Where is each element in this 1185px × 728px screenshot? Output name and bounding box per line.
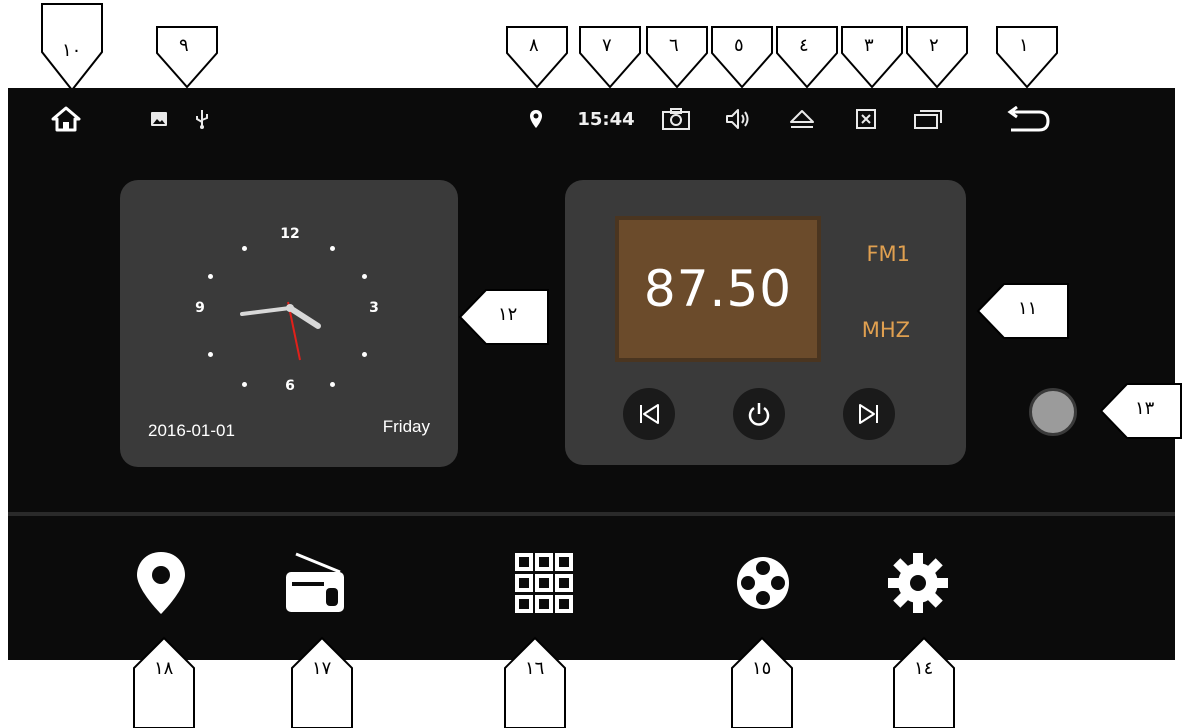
callout-9: ٩ bbox=[155, 25, 219, 90]
next-button[interactable] bbox=[843, 388, 895, 440]
settings-icon[interactable] bbox=[883, 548, 953, 618]
callout-17: ١٧ bbox=[290, 636, 354, 728]
callout-6: ٦ bbox=[645, 25, 709, 90]
previous-icon bbox=[640, 404, 659, 424]
callout-2: ٢ bbox=[905, 25, 969, 90]
radio-icon[interactable] bbox=[280, 548, 350, 618]
volume-icon[interactable] bbox=[721, 102, 757, 136]
radio-widget[interactable]: 87.50 FM1 MHZ bbox=[565, 180, 966, 465]
callout-10: ١٠ bbox=[40, 2, 104, 92]
power-icon bbox=[748, 403, 770, 426]
camera-icon[interactable] bbox=[658, 102, 694, 136]
callout-16: ١٦ bbox=[503, 636, 567, 728]
usb-icon bbox=[192, 102, 212, 136]
status-bar: 15:44 bbox=[8, 88, 1175, 150]
back-icon[interactable] bbox=[1003, 102, 1053, 136]
head-unit-screen: 15:44 12 3 6 9 2016-01-01 Friday 87.50 F… bbox=[8, 88, 1175, 660]
band-label: FM1 bbox=[866, 242, 910, 266]
callout-12: ١٢ bbox=[458, 288, 550, 346]
location-pin-icon bbox=[526, 102, 546, 136]
callout-3: ٣ bbox=[840, 25, 904, 90]
dock-divider bbox=[8, 512, 1175, 516]
analog-clock: 12 3 6 9 bbox=[180, 200, 400, 394]
eject-icon[interactable] bbox=[784, 102, 820, 136]
previous-button[interactable] bbox=[623, 388, 675, 440]
clock-widget[interactable]: 12 3 6 9 2016-01-01 Friday bbox=[120, 180, 458, 467]
navigation-icon[interactable] bbox=[126, 548, 196, 618]
clock-date: 2016-01-01 bbox=[148, 421, 235, 440]
next-icon bbox=[859, 404, 878, 424]
callout-11: ١١ bbox=[976, 282, 1070, 340]
media-reel-icon[interactable] bbox=[728, 548, 798, 618]
image-icon bbox=[148, 102, 170, 136]
frequency-value: 87.50 bbox=[643, 260, 793, 318]
callout-18: ١٨ bbox=[132, 636, 196, 728]
callout-7: ٧ bbox=[578, 25, 642, 90]
callout-15: ١٥ bbox=[730, 636, 794, 728]
close-box-icon[interactable] bbox=[850, 102, 882, 136]
callout-4: ٤ bbox=[775, 25, 839, 90]
callout-13: ١٣ bbox=[1099, 382, 1183, 440]
clock-day: Friday bbox=[382, 417, 430, 436]
callout-8: ٨ bbox=[505, 25, 569, 90]
recent-apps-icon[interactable] bbox=[910, 102, 946, 136]
callout-1: ١ bbox=[995, 25, 1059, 90]
clock-time: 15:44 bbox=[577, 108, 635, 130]
callout-14: ١٤ bbox=[892, 636, 956, 728]
frequency-display: 87.50 bbox=[615, 216, 821, 362]
callout-5: ٥ bbox=[710, 25, 774, 90]
home-icon[interactable] bbox=[46, 102, 86, 136]
unit-label: MHZ bbox=[861, 318, 910, 342]
apps-grid-icon[interactable] bbox=[509, 548, 579, 618]
floating-assist-button[interactable] bbox=[1029, 388, 1077, 436]
clock-hands bbox=[240, 301, 321, 361]
power-button[interactable] bbox=[733, 388, 785, 440]
